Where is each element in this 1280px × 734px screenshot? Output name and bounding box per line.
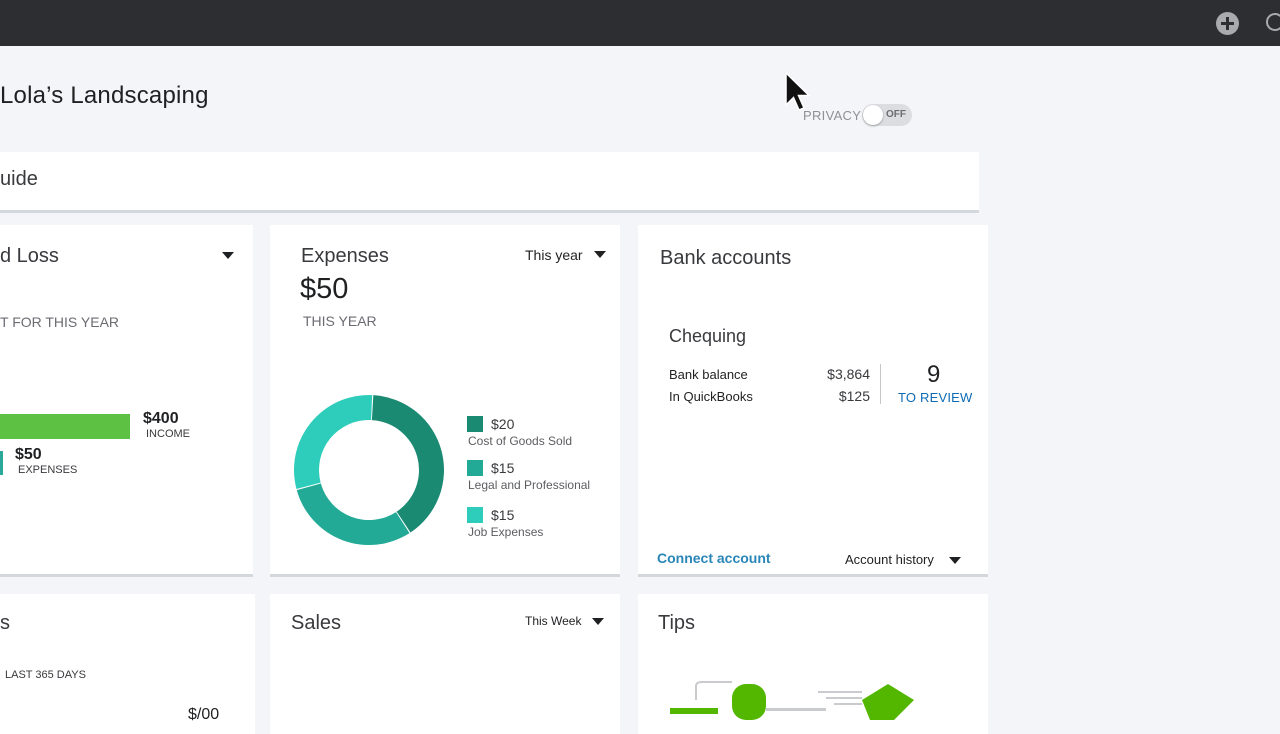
search-icon[interactable] [1266,13,1280,31]
donut-slice[interactable] [294,395,373,490]
setup-guide-bar[interactable]: uide [0,152,979,213]
chevron-down-icon[interactable] [594,251,606,258]
privacy-toggle[interactable]: OFF [862,104,912,126]
quickbooks-value: $125 [838,388,870,404]
sales-card: Sales This Week [270,594,620,734]
guide-title: uide [0,168,38,190]
bank-balance-value: $3,864 [827,366,870,382]
expenses-bar[interactable] [0,451,3,475]
quickbooks-label: In QuickBooks [669,389,753,404]
last-365-days-label: LAST 365 DAYS [5,669,86,681]
expenses-value: $50 [15,446,42,463]
legend-value-cogs: $20 [491,416,515,432]
expenses-donut-chart[interactable] [289,390,449,550]
account-name[interactable]: Chequing [669,326,746,347]
mouse-cursor-icon [785,72,811,111]
sales-period-dropdown[interactable]: This Week [525,614,581,628]
account-history-dropdown[interactable]: Account history [845,552,934,567]
toggle-knob [863,105,883,125]
bottom-left-card: s LAST 365 DAYS $/00 [0,594,255,734]
profit-loss-subtitle: T FOR THIS YEAR [0,314,120,330]
donut-slice[interactable] [371,395,444,533]
bottom-left-value: $/00 [188,706,220,723]
income-bar[interactable] [0,414,130,439]
chevron-down-icon[interactable] [222,252,234,259]
legend-value-legal: $15 [491,460,515,476]
sales-title: Sales [291,612,342,634]
legend-name-legal: Legal and Professional [468,478,591,492]
connect-account-link[interactable]: Connect account [657,550,771,566]
bank-accounts-title: Bank accounts [660,247,792,269]
top-navigation-bar [0,0,1280,46]
bank-accounts-card: Bank accounts Chequing Bank balance $3,8… [638,225,988,577]
review-count[interactable]: 9 [927,361,940,389]
profit-loss-card: d Loss T FOR THIS YEAR $400 INCOME $50 E… [0,225,253,577]
legend-swatch-job [467,507,483,523]
tips-card: Tips [638,594,988,734]
company-name: Lola’s Landscaping [0,82,209,109]
legend-name-cogs: Cost of Goods Sold [468,434,573,448]
expenses-label: EXPENSES [18,464,78,476]
tips-illustration [670,681,914,720]
to-review-link[interactable]: TO REVIEW [898,390,973,405]
expenses-period-dropdown[interactable]: This year [525,247,583,263]
plus-circle-icon[interactable] [1216,12,1239,35]
donut-slice[interactable] [296,483,410,545]
review-divider [880,364,881,404]
legend-name-job: Job Expenses [468,525,544,539]
privacy-label: PRIVACY [803,108,862,123]
expenses-title: Expenses [301,245,389,267]
bank-balance-label: Bank balance [669,367,748,382]
income-value: $400 [143,410,179,427]
expenses-total-label: THIS YEAR [303,313,377,329]
income-label: INCOME [146,428,190,440]
expenses-card: Expenses This year $50 THIS YEAR $20 Cos… [270,225,620,577]
tips-title: Tips [658,612,696,634]
chevron-down-icon[interactable] [592,618,604,625]
legend-value-job: $15 [491,507,515,523]
toggle-state: OFF [886,109,906,120]
profit-loss-title: d Loss [0,245,59,267]
bottom-left-title: s [0,612,10,634]
chevron-down-icon[interactable] [949,557,961,564]
legend-swatch-cogs [467,416,483,432]
expenses-total: $50 [300,273,349,305]
legend-swatch-legal [467,460,483,476]
